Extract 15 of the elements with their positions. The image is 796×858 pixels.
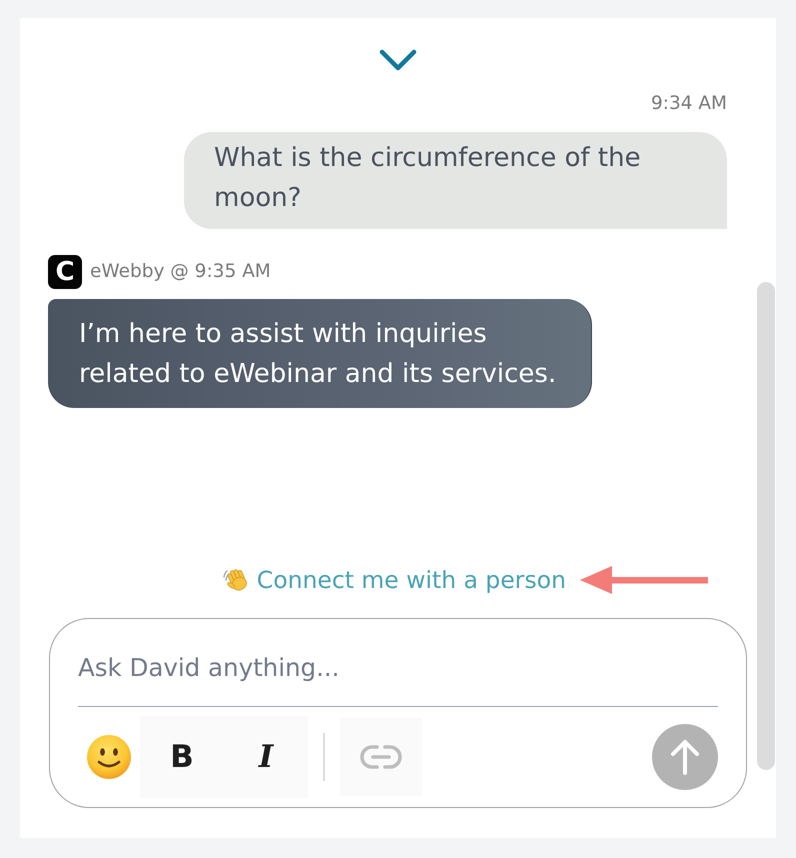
chevron-down-icon[interactable]	[378, 49, 416, 71]
bot-message: I’m here to assist with inquiries related to eWebinar and its services.	[48, 299, 592, 408]
user-message: What is the circumference of the moon?	[184, 132, 727, 229]
link-icon	[360, 744, 402, 768]
message-composer[interactable]: Ask David anything... B I	[49, 618, 747, 808]
bot-avatar: C	[48, 255, 82, 289]
arrow-up-icon	[670, 738, 700, 774]
bold-button[interactable]: B	[140, 716, 224, 798]
scrollbar-thumb[interactable]	[757, 282, 775, 770]
sender-name-time: eWebby @ 9:35 AM	[90, 261, 271, 283]
smiley-icon	[87, 734, 131, 778]
waving-hand-icon	[222, 567, 249, 593]
message-input[interactable]: Ask David anything...	[78, 635, 718, 707]
message-time: 9:34 AM	[650, 93, 727, 115]
italic-button[interactable]: I	[224, 716, 308, 798]
